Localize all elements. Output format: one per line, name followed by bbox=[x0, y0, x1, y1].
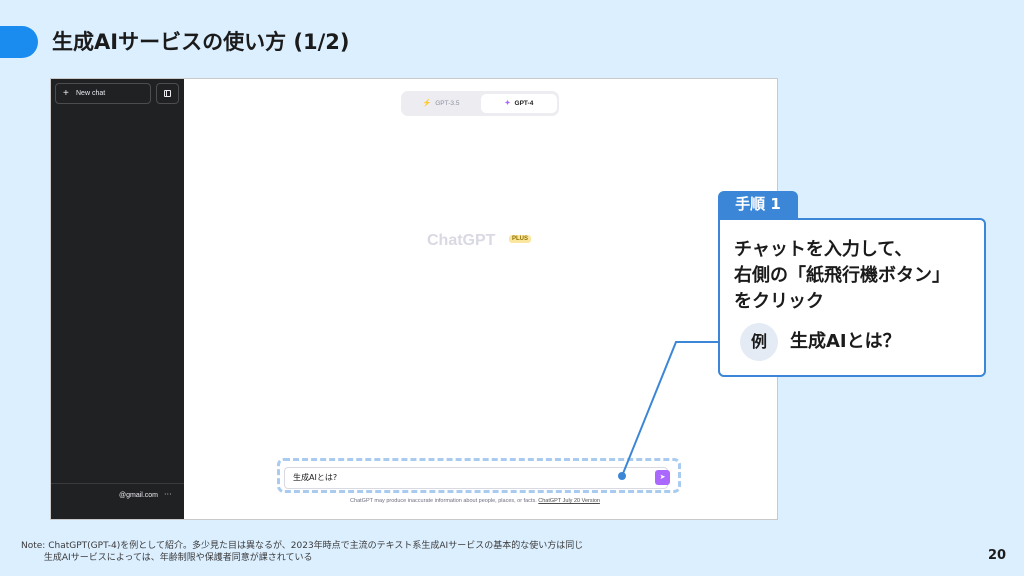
step-tag: 手順 1 bbox=[718, 191, 798, 218]
example-text: 生成AIとは？ bbox=[790, 331, 901, 352]
callout-instruction: チャットを入力して、 右側の「紙飛行機ボタン」 をクリック bbox=[734, 239, 950, 312]
footnote: Note: ChatGPT(GPT-4)を例として紹介。多少見た目は異なるが、2… bbox=[21, 540, 583, 564]
example-badge: 例 bbox=[740, 323, 778, 361]
callout-box: チャットを入力して、 右側の「紙飛行機ボタン」 をクリック 例 生成AIとは？ bbox=[718, 218, 986, 377]
page-number: 20 bbox=[988, 548, 1007, 563]
note-line-2: 生成AIサービスによっては、年齢制限や保護者同意が課されている bbox=[43, 553, 313, 563]
note-line-1: ChatGPT(GPT-4)を例として紹介。多少見た目は異なるが、2023年時点… bbox=[48, 541, 584, 551]
note-label: Note: bbox=[21, 541, 46, 551]
